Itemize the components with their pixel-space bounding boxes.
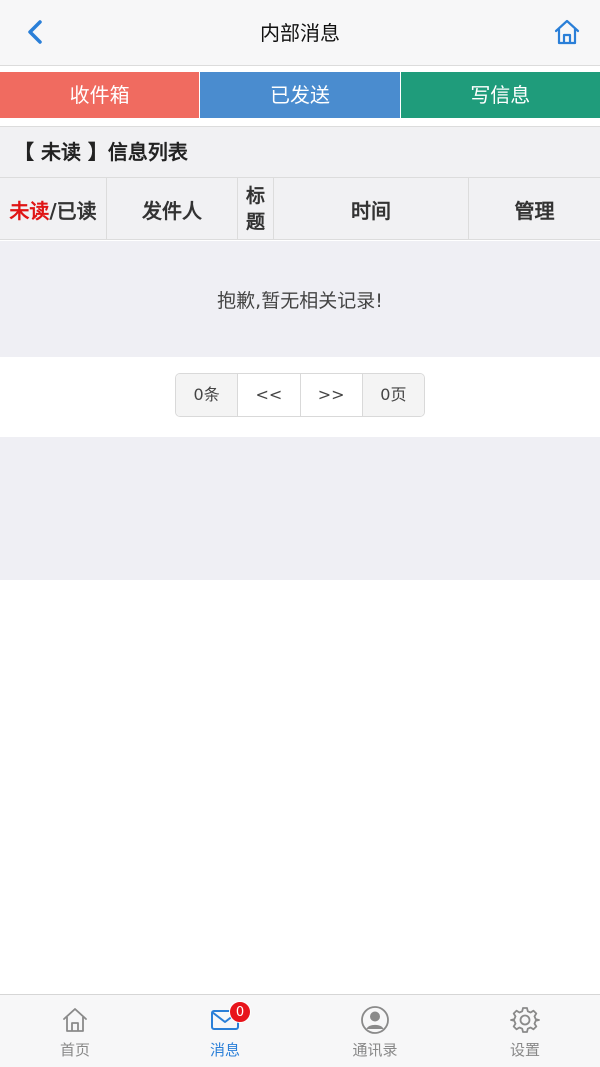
- next-page-button[interactable]: >>: [300, 374, 363, 416]
- bottom-tab-contacts-label: 通讯录: [352, 1041, 398, 1059]
- bottom-tab-contacts[interactable]: 通讯录: [300, 995, 450, 1067]
- home-icon: [554, 19, 580, 45]
- home-icon: [59, 1005, 91, 1035]
- bottom-tab-bar: 首页 0 消息 通讯录 设置: [0, 994, 600, 1067]
- content-spacer: [0, 437, 600, 580]
- column-subject: 标题: [238, 178, 274, 240]
- top-navbar: 内部消息: [0, 0, 600, 66]
- column-read-status[interactable]: 未读/已读: [0, 178, 107, 240]
- pagination: 0条 << >> 0页: [175, 373, 425, 417]
- bottom-tab-home[interactable]: 首页: [0, 995, 150, 1067]
- empty-state: 抱歉,暂无相关记录!: [0, 241, 600, 357]
- bottom-tab-messages-label: 消息: [209, 1041, 240, 1059]
- bottom-tab-settings[interactable]: 设置: [450, 995, 600, 1067]
- unread-badge: 0: [229, 1001, 251, 1023]
- pagination-area: 0条 << >> 0页: [0, 357, 600, 437]
- prev-page-button[interactable]: <<: [238, 374, 301, 416]
- column-sender: 发件人: [107, 178, 238, 240]
- record-count: 0条: [176, 374, 239, 416]
- column-read-label[interactable]: /已读: [49, 195, 96, 224]
- tab-sent[interactable]: 已发送: [199, 72, 400, 118]
- bottom-tab-home-label: 首页: [59, 1041, 90, 1059]
- column-unread-label[interactable]: 未读: [9, 195, 49, 224]
- column-manage: 管理: [514, 198, 555, 223]
- bottom-tab-messages[interactable]: 0 消息: [150, 995, 300, 1067]
- gear-icon: [509, 1005, 541, 1035]
- tab-inbox[interactable]: 收件箱: [0, 72, 200, 118]
- empty-message: 抱歉,暂无相关记录!: [217, 289, 383, 312]
- mailbox-tabs: 收件箱 已发送 写信息: [0, 72, 600, 118]
- list-title: 【 未读 】信息列表: [0, 126, 600, 178]
- table-header: 未读/已读 发件人 标题 时间 管理: [0, 178, 600, 240]
- home-button[interactable]: [550, 14, 584, 50]
- tab-write-message[interactable]: 写信息: [399, 72, 600, 118]
- bottom-tab-settings-label: 设置: [509, 1041, 540, 1059]
- column-time: 时间: [274, 178, 469, 240]
- page-count: 0页: [362, 374, 424, 416]
- page-title: 内部消息: [260, 21, 340, 45]
- contacts-icon: [359, 1005, 391, 1035]
